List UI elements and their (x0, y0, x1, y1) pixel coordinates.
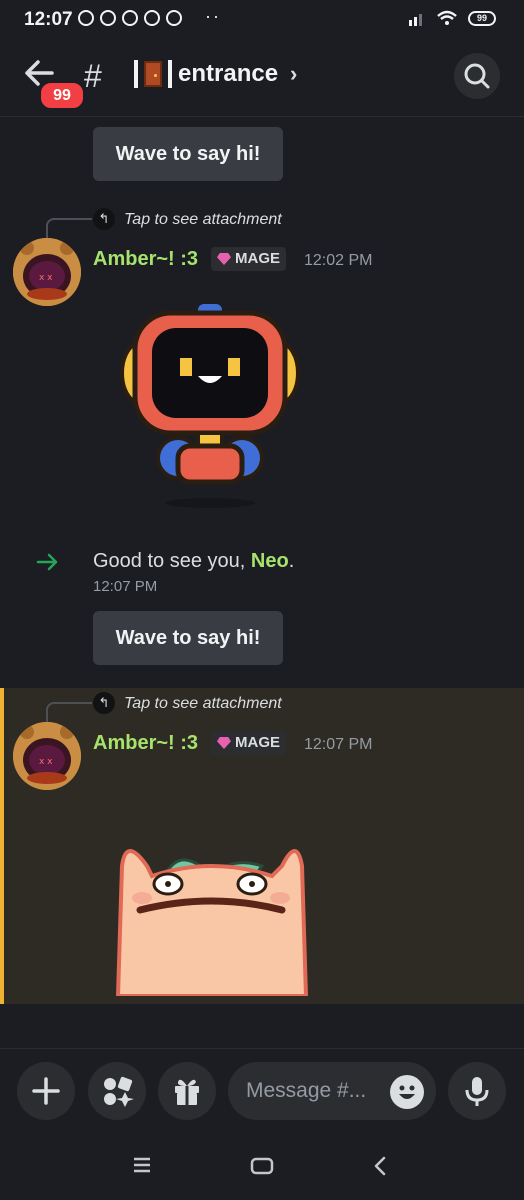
status-bar: 12:07 ·· 99 (0, 0, 524, 40)
nav-home-icon[interactable] (250, 1156, 274, 1176)
mention-highlight-bar (0, 688, 4, 1004)
join-punct: . (288, 550, 295, 572)
role-label: MAGE (235, 734, 280, 751)
gift-button[interactable] (158, 1062, 216, 1120)
timestamp: 12:02 PM (304, 252, 373, 269)
author-name[interactable]: Amber~! :3 (93, 732, 198, 755)
role-tag[interactable]: MAGE (211, 247, 286, 271)
wave-button[interactable]: Wave to say hi! (93, 611, 283, 665)
avatar-image: x x (13, 238, 81, 306)
gem-icon (217, 253, 231, 265)
timestamp: 12:07 PM (304, 736, 373, 753)
role-label: MAGE (235, 250, 280, 267)
apps-button[interactable] (88, 1062, 146, 1120)
notification-icon (166, 10, 182, 26)
add-button[interactable] (17, 1062, 75, 1120)
reply-icon: ↰ (93, 692, 115, 714)
reply-icon: ↰ (93, 208, 115, 230)
join-arrow-icon (36, 553, 58, 571)
unread-badge: 99 (38, 80, 86, 111)
status-time: 12:07 (24, 9, 73, 30)
avatar[interactable]: x x (13, 722, 81, 790)
nav-menu-icon[interactable] (132, 1156, 152, 1174)
system-nav-bar (0, 1138, 524, 1200)
channel-title[interactable]: entrance › (134, 60, 297, 88)
apps-icon (104, 1076, 134, 1107)
search-button[interactable] (454, 53, 500, 99)
signal-icon (409, 14, 422, 26)
plus-icon (32, 1077, 60, 1105)
channel-name: entrance (178, 60, 279, 87)
author-name[interactable]: Amber~! :3 (93, 248, 198, 271)
divider-bar (134, 60, 138, 88)
door-icon (144, 61, 162, 87)
reply-preview[interactable]: Tap to see attachment (124, 211, 282, 229)
emoji-icon (399, 1085, 415, 1099)
notification-icon (78, 10, 94, 26)
join-timestamp: 12:07 PM (93, 578, 158, 595)
search-icon (464, 63, 490, 89)
nav-back-icon[interactable] (372, 1155, 388, 1177)
emoji-button[interactable] (390, 1075, 424, 1109)
channel-hash-icon: # (84, 58, 102, 94)
role-tag[interactable]: MAGE (211, 731, 286, 755)
message-placeholder: Message #... (246, 1079, 367, 1102)
reply-preview[interactable]: Tap to see attachment (124, 695, 282, 713)
cat-sticker[interactable] (112, 836, 312, 996)
status-more-dots: ·· (205, 6, 221, 26)
join-message: Good to see you, Neo. (93, 550, 294, 573)
joined-user-name[interactable]: Neo (251, 550, 289, 572)
gem-icon (217, 737, 231, 749)
join-text: Good to see you, (93, 550, 251, 572)
microphone-icon (465, 1077, 489, 1106)
svg-text:x x: x x (39, 757, 53, 767)
voice-button[interactable] (448, 1062, 506, 1120)
notification-icon (100, 10, 116, 26)
reply-connector (46, 218, 92, 240)
robot-sticker[interactable] (110, 298, 310, 513)
avatar[interactable]: x x (13, 238, 81, 306)
notification-icons (78, 10, 182, 26)
gift-icon (175, 1079, 199, 1105)
battery-icon: 99 (468, 10, 496, 26)
reply-connector (46, 702, 92, 724)
svg-text:x x: x x (39, 273, 53, 283)
whatsapp-icon (144, 10, 160, 26)
system-icons: 99 (408, 10, 496, 26)
avatar-image: x x (13, 722, 81, 790)
notification-icon (122, 10, 138, 26)
wave-button[interactable]: Wave to say hi! (93, 127, 283, 181)
chevron-right-icon: › (290, 61, 298, 86)
divider-bar (168, 60, 172, 88)
wifi-icon (437, 10, 457, 25)
